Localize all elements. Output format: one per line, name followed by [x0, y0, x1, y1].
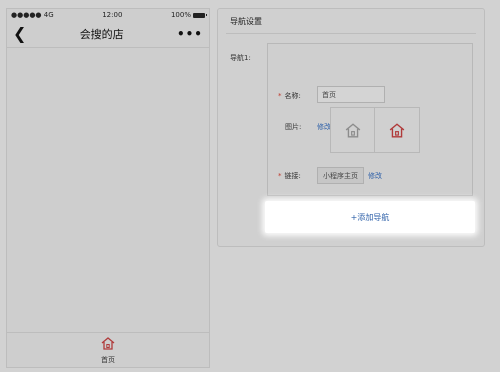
nav-item-label: 导航1: — [230, 54, 251, 62]
more-icon[interactable]: ••• — [177, 27, 203, 41]
link-value: 小程序主页 — [317, 167, 364, 184]
phone-preview: ●●●●● 4G 12:00 100% ❮ 会搜的店 ••• 首页 — [6, 8, 210, 368]
add-nav-button[interactable]: +添加导航 — [265, 201, 475, 233]
battery-status: 100% — [170, 11, 207, 19]
phone-content — [7, 48, 209, 333]
home-icon[interactable] — [101, 335, 115, 354]
panel-title: 导航设置 — [230, 17, 262, 26]
home-icon — [345, 122, 361, 137]
link-label: * 链接: — [278, 172, 301, 180]
phone-nav-bar: ❮ 会搜的店 ••• — [7, 21, 209, 48]
link-edit-link[interactable]: 修改 — [368, 171, 382, 181]
page-title: 会搜的店 — [79, 28, 124, 41]
required-mark: * — [278, 92, 282, 100]
name-input[interactable] — [317, 86, 385, 103]
home-icon — [389, 122, 405, 137]
battery-icon — [192, 12, 207, 18]
tab-home-label[interactable]: 首页 — [101, 355, 115, 365]
image-edit-link[interactable]: 修改 — [317, 122, 331, 132]
name-label: * 名称: — [278, 92, 301, 100]
required-mark: * — [278, 172, 282, 180]
image-normal[interactable] — [330, 107, 376, 153]
image-active[interactable] — [374, 107, 420, 153]
image-label: 图片: — [285, 123, 302, 131]
nav-item-card: *名称: 图片: 修改 *链接: 小程序主页 修改 — [267, 43, 473, 196]
carrier-signal: ●●●●● 4G — [11, 11, 54, 19]
divider — [226, 33, 476, 34]
battery-percent: 100% — [170, 11, 191, 19]
status-bar: ●●●●● 4G 12:00 100% — [7, 9, 209, 21]
status-time: 12:00 — [102, 11, 123, 19]
back-icon[interactable]: ❮ — [13, 26, 26, 42]
tab-bar: 首页 — [7, 332, 209, 367]
